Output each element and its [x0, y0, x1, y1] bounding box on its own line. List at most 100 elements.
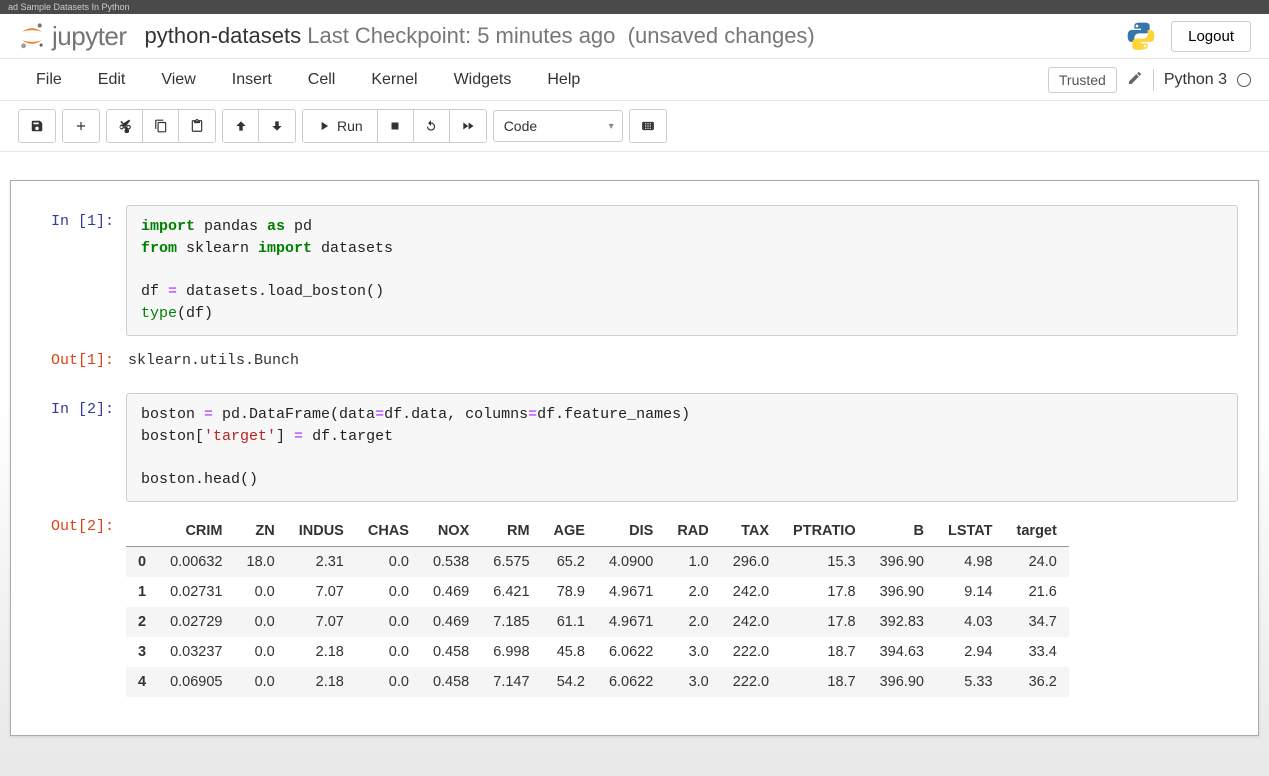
menu-edit[interactable]: Edit [80, 61, 144, 99]
run-label: Run [337, 118, 363, 134]
copy-button[interactable] [143, 110, 179, 142]
add-cell-button[interactable] [63, 110, 99, 142]
cell-value: 24.0 [1005, 546, 1069, 577]
menu-cell[interactable]: Cell [290, 61, 354, 99]
cell-value: 2.31 [287, 546, 356, 577]
text-output: sklearn.utils.Bunch [126, 344, 1238, 385]
scissors-icon [118, 119, 132, 133]
menu-file[interactable]: File [18, 61, 80, 99]
cell-value: 7.07 [287, 577, 356, 607]
cell-output: Out[2]:CRIMZNINDUSCHASNOXRMAGEDISRADTAXP… [31, 510, 1238, 697]
cell-value: 242.0 [721, 607, 781, 637]
col-header: DIS [597, 516, 665, 547]
cell-value: 0.0 [235, 637, 287, 667]
pencil-icon[interactable] [1127, 70, 1143, 89]
trusted-badge[interactable]: Trusted [1048, 67, 1117, 93]
cell-value: 2.94 [936, 637, 1005, 667]
code-content[interactable]: boston = pd.DataFrame(data=df.data, colu… [141, 404, 1223, 491]
cell-value: 0.0 [235, 667, 287, 697]
cell-value: 296.0 [721, 546, 781, 577]
row-index: 1 [126, 577, 158, 607]
menu-help[interactable]: Help [529, 61, 598, 99]
cell-type-select[interactable]: Code [493, 110, 623, 142]
row-index: 2 [126, 607, 158, 637]
notebook-scroll-area[interactable]: In [1]:import pandas as pd from sklearn … [0, 152, 1269, 776]
run-button[interactable]: Run [303, 110, 378, 142]
row-index: 3 [126, 637, 158, 667]
cell-value: 7.07 [287, 607, 356, 637]
move-up-button[interactable] [223, 110, 259, 142]
cell-output: Out[1]:sklearn.utils.Bunch [31, 344, 1238, 385]
move-down-button[interactable] [259, 110, 295, 142]
cell-value: 6.0622 [597, 637, 665, 667]
cell-value: 0.458 [421, 667, 481, 697]
logout-button[interactable]: Logout [1171, 21, 1251, 52]
cell-value: 6.0622 [597, 667, 665, 697]
col-header: NOX [421, 516, 481, 547]
notebook: In [1]:import pandas as pd from sklearn … [10, 180, 1259, 736]
cell-value: 242.0 [721, 577, 781, 607]
cell-value: 394.63 [868, 637, 936, 667]
code-input-area[interactable]: import pandas as pd from sklearn import … [126, 205, 1238, 336]
menu-insert[interactable]: Insert [214, 61, 290, 99]
cell-value: 3.0 [665, 637, 720, 667]
col-header: B [868, 516, 936, 547]
paste-button[interactable] [179, 110, 215, 142]
cell-value: 2.0 [665, 577, 720, 607]
col-header: RAD [665, 516, 720, 547]
col-header: AGE [542, 516, 597, 547]
cell-value: 36.2 [1005, 667, 1069, 697]
arrow-up-icon [234, 119, 248, 133]
notebook-name[interactable]: python-datasets [145, 23, 302, 48]
code-content[interactable]: import pandas as pd from sklearn import … [141, 216, 1223, 325]
save-button[interactable] [19, 110, 55, 142]
out-prompt: Out[2]: [31, 510, 126, 697]
restart-icon [424, 119, 438, 133]
cell-value: 4.03 [936, 607, 1005, 637]
restart-run-all-button[interactable] [450, 110, 486, 142]
restart-button[interactable] [414, 110, 450, 142]
kernel-name[interactable]: Python 3 [1164, 71, 1227, 89]
jupyter-logo-text: jupyter [52, 21, 127, 52]
cell-value: 33.4 [1005, 637, 1069, 667]
cell-value: 222.0 [721, 637, 781, 667]
cell-input: In [1]:import pandas as pd from sklearn … [31, 205, 1238, 336]
jupyter-logo[interactable]: jupyter [18, 21, 127, 52]
cell-type-label: Code [504, 118, 537, 134]
notebook-title-area[interactable]: python-datasets Last Checkpoint: 5 minut… [145, 23, 815, 49]
cell-value: 4.9671 [597, 577, 665, 607]
kernel-status-icon[interactable] [1237, 73, 1251, 87]
row-index: 4 [126, 667, 158, 697]
header: jupyter python-datasets Last Checkpoint:… [0, 14, 1269, 59]
cell-value: 0.458 [421, 637, 481, 667]
cell-value: 0.469 [421, 577, 481, 607]
cut-button[interactable] [107, 110, 143, 142]
cell-value: 61.1 [542, 607, 597, 637]
col-header: target [1005, 516, 1069, 547]
cell-value: 0.0 [235, 577, 287, 607]
cell-value: 18.0 [235, 546, 287, 577]
cell-value: 222.0 [721, 667, 781, 697]
cell-value: 0.0 [356, 546, 421, 577]
col-header: LSTAT [936, 516, 1005, 547]
table-row: 20.027290.07.070.00.4697.18561.14.96712.… [126, 607, 1069, 637]
col-header: CHAS [356, 516, 421, 547]
cell-input: In [2]:boston = pd.DataFrame(data=df.dat… [31, 393, 1238, 502]
toolbar: Run Code [0, 101, 1269, 152]
menu-view[interactable]: View [143, 61, 213, 99]
cell-value: 2.18 [287, 667, 356, 697]
cell-value: 1.0 [665, 546, 720, 577]
cell-value: 17.8 [781, 607, 868, 637]
checkpoint-text: Last Checkpoint: 5 minutes ago (unsaved … [307, 23, 815, 48]
stop-button[interactable] [378, 110, 414, 142]
out-prompt: Out[1]: [31, 344, 126, 385]
code-input-area[interactable]: boston = pd.DataFrame(data=df.data, colu… [126, 393, 1238, 502]
cell-value: 2.18 [287, 637, 356, 667]
cell-value: 6.998 [481, 637, 541, 667]
menu-kernel[interactable]: Kernel [353, 61, 435, 99]
cell-value: 18.7 [781, 637, 868, 667]
command-palette-button[interactable] [630, 110, 666, 142]
paste-icon [190, 119, 204, 133]
cell-value: 396.90 [868, 577, 936, 607]
menu-widgets[interactable]: Widgets [436, 61, 530, 99]
